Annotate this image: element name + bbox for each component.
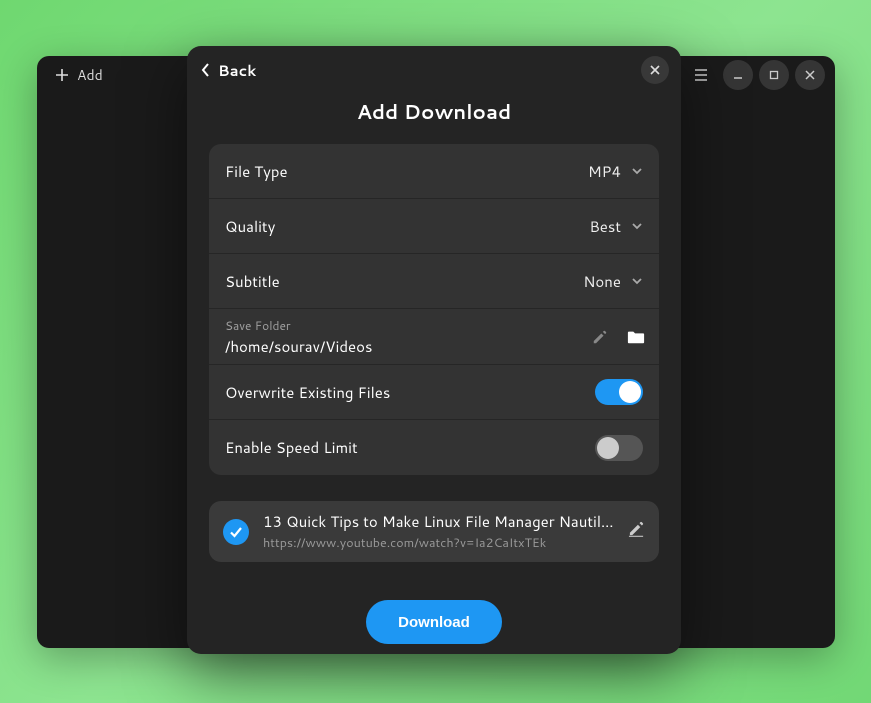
maximize-button[interactable]: [759, 60, 789, 90]
quality-value-wrap: Best: [589, 216, 643, 237]
file-type-value: MP4: [588, 161, 621, 182]
pencil-icon: [628, 520, 645, 537]
hamburger-icon: [694, 69, 708, 81]
close-modal-button[interactable]: [641, 56, 669, 84]
item-text: 13 Quick Tips to Make Linux File Manager…: [263, 511, 614, 552]
add-button[interactable]: Add: [47, 61, 111, 89]
overwrite-row: Overwrite Existing Files: [209, 365, 659, 420]
item-url: https://www.youtube.com/watch?v=Ia2CaItx…: [263, 534, 614, 552]
pencil-icon: [591, 329, 609, 345]
subtitle-value-wrap: None: [583, 271, 643, 292]
chevron-down-icon: [631, 275, 643, 287]
edit-path-button[interactable]: [591, 329, 609, 345]
save-folder-row: Save Folder /home/sourav/Videos: [209, 309, 659, 365]
speed-limit-label: Enable Speed Limit: [225, 437, 358, 458]
check-icon: [229, 525, 243, 539]
item-selected-checkbox[interactable]: [223, 519, 249, 545]
back-button[interactable]: Back: [201, 60, 256, 81]
item-title: 13 Quick Tips to Make Linux File Manager…: [263, 511, 614, 532]
chevron-left-icon: [201, 63, 210, 77]
quality-row[interactable]: Quality Best: [209, 199, 659, 254]
overwrite-label: Overwrite Existing Files: [225, 382, 390, 403]
minimize-icon: [733, 70, 743, 80]
speed-limit-row: Enable Speed Limit: [209, 420, 659, 475]
modal-header: Back: [187, 46, 681, 94]
minimize-button[interactable]: [723, 60, 753, 90]
back-label: Back: [218, 60, 256, 81]
file-type-row[interactable]: File Type MP4: [209, 144, 659, 199]
save-folder-path: /home/sourav/Videos: [225, 336, 643, 357]
close-icon: [650, 65, 660, 75]
plus-icon: [55, 68, 69, 82]
quality-value: Best: [589, 216, 621, 237]
file-type-value-wrap: MP4: [588, 161, 643, 182]
save-folder-label: Save Folder: [225, 317, 643, 334]
chevron-down-icon: [631, 165, 643, 177]
close-window-button[interactable]: [795, 60, 825, 90]
options-panel: File Type MP4 Quality Best Subtitle None…: [209, 144, 659, 475]
window-controls: [685, 60, 825, 90]
toggle-knob: [597, 437, 619, 459]
modal-title: Add Download: [187, 98, 681, 126]
quality-label: Quality: [225, 216, 275, 237]
download-button[interactable]: Download: [366, 600, 502, 644]
file-type-label: File Type: [225, 161, 288, 182]
subtitle-label: Subtitle: [225, 271, 280, 292]
add-download-modal: Back Add Download File Type MP4 Quality …: [187, 46, 681, 654]
browse-folder-button[interactable]: [627, 329, 645, 345]
chevron-down-icon: [631, 220, 643, 232]
overwrite-toggle[interactable]: [595, 379, 643, 405]
toggle-knob: [619, 381, 641, 403]
subtitle-value: None: [583, 271, 621, 292]
edit-item-button[interactable]: [628, 520, 645, 543]
download-label: Download: [398, 614, 470, 631]
speed-limit-toggle[interactable]: [595, 435, 643, 461]
hamburger-menu-button[interactable]: [685, 61, 717, 89]
subtitle-row[interactable]: Subtitle None: [209, 254, 659, 309]
close-icon: [805, 70, 815, 80]
maximize-icon: [769, 70, 779, 80]
add-label: Add: [77, 65, 103, 85]
download-item-card: 13 Quick Tips to Make Linux File Manager…: [209, 501, 659, 562]
folder-icon: [627, 329, 645, 345]
